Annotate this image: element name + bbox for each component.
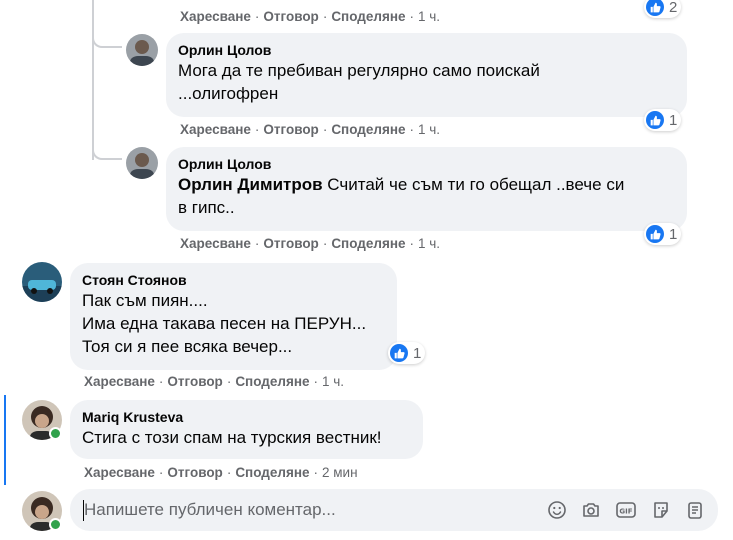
comment-input[interactable]: [84, 489, 524, 531]
comment-time[interactable]: 2 мин: [322, 465, 358, 480]
attachment-icon[interactable]: [684, 499, 706, 521]
text-caret: [83, 500, 84, 521]
reaction-count[interactable]: 1: [388, 342, 426, 364]
comment-composer: GIF: [70, 489, 718, 531]
reply-button[interactable]: Отговор: [263, 122, 318, 137]
comment-text: Стига с този спам на турския вестник!: [82, 428, 382, 447]
comment-time[interactable]: 1 ч.: [418, 122, 440, 137]
svg-text:GIF: GIF: [619, 508, 632, 516]
comment-text: Орлин Димитров Считай че съм ти го обеща…: [178, 175, 625, 217]
reaction-count[interactable]: 1: [644, 223, 682, 245]
thread-connector: [92, 148, 122, 160]
comment-actions: Харесване · Отговор · Споделяне · 1 ч.: [84, 374, 345, 389]
like-icon: [646, 111, 664, 129]
reaction-count[interactable]: 1: [644, 109, 682, 131]
like-button[interactable]: Харесване: [180, 236, 251, 251]
comment-text: Пак съм пиян.... Има една такава песен н…: [82, 291, 367, 356]
comment-bubble: Mariq Krusteva Стига с този спам на турс…: [70, 400, 423, 459]
comment-author[interactable]: Стоян Стоянов: [82, 271, 385, 289]
reply-button[interactable]: Отговор: [263, 236, 318, 251]
share-button[interactable]: Споделяне: [235, 465, 309, 480]
like-button[interactable]: Харесване: [84, 465, 155, 480]
comment-time[interactable]: 1 ч.: [322, 374, 344, 389]
like-icon: [646, 0, 664, 16]
like-button[interactable]: Харесване: [84, 374, 155, 389]
comment-text: Мога да те пребиван регулярно само поиск…: [178, 61, 540, 103]
like-icon: [646, 225, 664, 243]
reaction-count[interactable]: 2: [644, 0, 682, 18]
camera-icon[interactable]: [580, 499, 602, 521]
share-button[interactable]: Споделяне: [331, 9, 405, 24]
comment-author[interactable]: Орлин Цолов: [178, 155, 675, 173]
online-status-dot: [49, 518, 62, 531]
like-button[interactable]: Харесване: [180, 9, 251, 24]
reply-button[interactable]: Отговор: [263, 9, 318, 24]
like-icon: [390, 344, 408, 362]
comment-time[interactable]: 1 ч.: [418, 9, 440, 24]
avatar[interactable]: [22, 262, 62, 302]
thread-connector: [92, 36, 122, 48]
thread-line: [92, 0, 94, 160]
comment-bubble: Орлин Цолов Орлин Димитров Считай че съм…: [166, 147, 687, 231]
emoji-icon[interactable]: [546, 499, 568, 521]
comment-bubble: Стоян Стоянов Пак съм пиян.... Има една …: [70, 263, 397, 370]
reply-button[interactable]: Отговор: [167, 465, 222, 480]
new-comment-indicator: [4, 395, 6, 485]
share-button[interactable]: Споделяне: [331, 236, 405, 251]
comment-author[interactable]: Mariq Krusteva: [82, 408, 411, 426]
online-status-dot: [49, 427, 62, 440]
comment-actions: Харесване · Отговор · Споделяне · 2 мин: [84, 465, 358, 480]
reply-button[interactable]: Отговор: [167, 374, 222, 389]
comment-actions: Харесване · Отговор · Споделяне · 1 ч.: [180, 122, 441, 137]
avatar[interactable]: [126, 147, 158, 179]
mention-link[interactable]: Орлин Димитров: [178, 175, 323, 194]
share-button[interactable]: Споделяне: [331, 122, 405, 137]
sticker-icon[interactable]: [650, 499, 672, 521]
comment-actions: Харесване · Отговор · Споделяне · 1 ч.: [180, 236, 441, 251]
avatar[interactable]: [126, 34, 158, 66]
comment-time[interactable]: 1 ч.: [418, 236, 440, 251]
like-button[interactable]: Харесване: [180, 122, 251, 137]
comment-actions: Харесване · Отговор · Споделяне · 1 ч.: [180, 9, 441, 24]
comment-bubble: Орлин Цолов Мога да те пребиван регулярн…: [166, 33, 687, 117]
share-button[interactable]: Споделяне: [235, 374, 309, 389]
comment-author[interactable]: Орлин Цолов: [178, 41, 675, 59]
gif-icon[interactable]: GIF: [615, 499, 637, 521]
